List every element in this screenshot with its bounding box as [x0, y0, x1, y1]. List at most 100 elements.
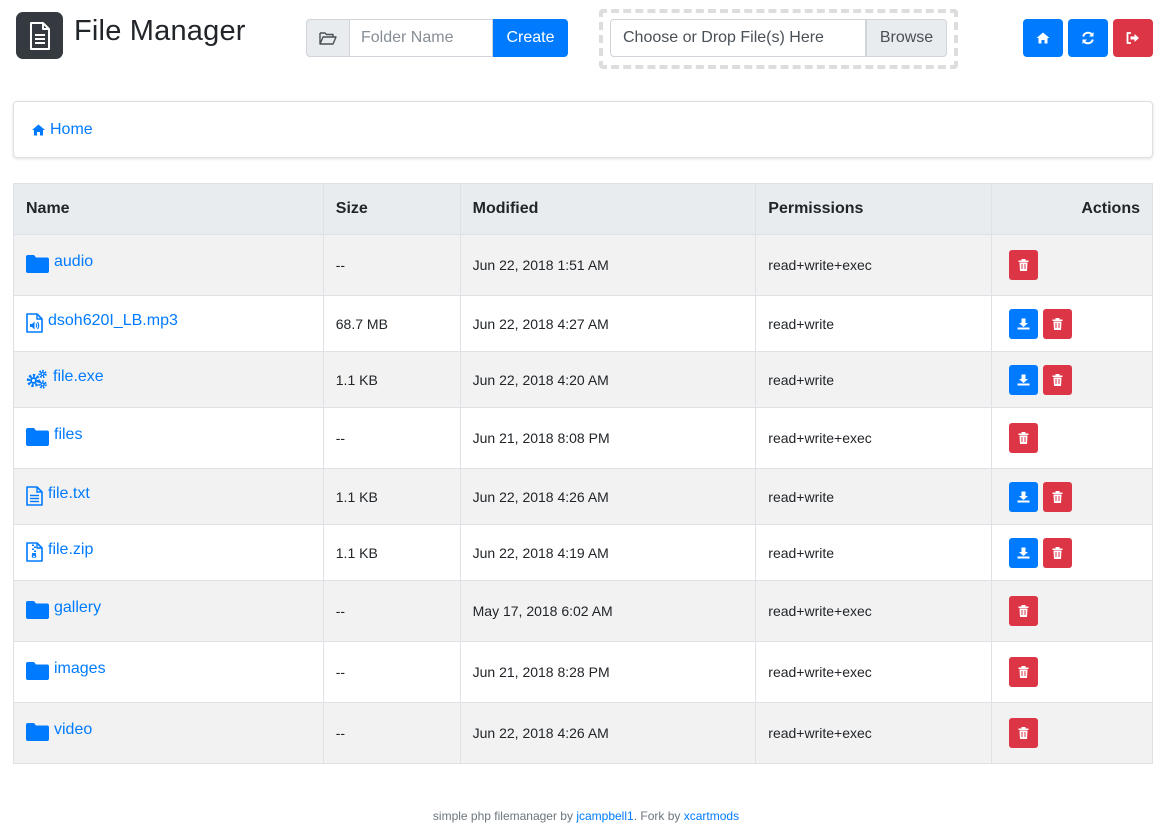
delete-button[interactable]: [1009, 423, 1039, 453]
file-name-link[interactable]: file.exe: [53, 368, 104, 386]
trash-icon: [1052, 317, 1063, 330]
text-file-icon: [26, 485, 43, 506]
table-row: files -- Jun 21, 2018 8:08 PM read+write+ex…: [13, 407, 1153, 469]
fork-author-link[interactable]: xcartmods: [684, 809, 739, 823]
cell-name: audio: [13, 234, 324, 296]
cell-size: --: [322, 407, 461, 469]
footer: simple php filemanager by jcampbell1. Fo…: [0, 809, 1172, 823]
delete-button[interactable]: [1009, 250, 1039, 280]
cell-size: 68.7 MB: [322, 295, 461, 352]
cell-name: gallery: [13, 580, 324, 642]
breadcrumb-home-link[interactable]: Home: [31, 121, 93, 139]
delete-button[interactable]: [1009, 657, 1039, 687]
delete-button[interactable]: [1043, 481, 1073, 512]
browse-button[interactable]: Browse: [866, 19, 947, 57]
cell-name: file.exe: [13, 351, 324, 408]
cell-permissions: read+write: [755, 468, 993, 525]
app-title: File Manager: [74, 15, 246, 47]
breadcrumb-home-label: Home: [50, 120, 93, 138]
footer-text-fork: . Fork by: [633, 809, 684, 823]
download-icon: [1017, 491, 1030, 502]
cell-size: --: [322, 580, 461, 642]
document-icon: [29, 21, 50, 50]
file-upload-group: Choose or Drop File(s) Here Browse: [610, 19, 947, 57]
download-button[interactable]: [1009, 481, 1039, 512]
cell-size: --: [322, 234, 461, 296]
audio-file-icon: [26, 312, 43, 333]
cell-permissions: read+write+exec: [755, 702, 993, 764]
delete-button[interactable]: [1043, 364, 1073, 395]
table-row: images -- Jun 21, 2018 8:28 PM read+write+e…: [13, 641, 1153, 703]
trash-icon: [1018, 666, 1029, 678]
file-name-link[interactable]: images: [54, 660, 106, 678]
trash-icon: [1018, 727, 1029, 739]
gears-icon: [26, 369, 48, 389]
cell-permissions: read+write+exec: [755, 580, 993, 642]
column-header-size[interactable]: Size: [322, 183, 461, 235]
table-row: file.txt 1.1 KB Jun 22, 2018 4:26 AM read+w…: [13, 468, 1153, 525]
table-row: audio -- Jun 22, 2018 1:51 AM read+write+ex…: [13, 234, 1153, 296]
download-button[interactable]: [1009, 364, 1039, 395]
folder-icon: [26, 662, 49, 680]
zip-file-icon: [26, 541, 43, 562]
cell-size: --: [322, 702, 461, 764]
delete-button[interactable]: [1043, 308, 1073, 339]
column-header-name[interactable]: Name: [13, 183, 324, 235]
table-row: file.exe 1.1 KB Jun 22, 2018 4:20 AM read+w…: [13, 351, 1153, 408]
breadcrumb: Home: [13, 101, 1153, 158]
file-name-link[interactable]: file.txt: [48, 485, 90, 503]
table-row: video -- Jun 22, 2018 4:26 AM read+write+ex…: [13, 702, 1153, 764]
author-link[interactable]: jcampbell1: [576, 809, 633, 823]
download-icon: [1017, 318, 1030, 329]
cell-permissions: read+write: [755, 524, 993, 581]
refresh-button[interactable]: [1068, 19, 1108, 57]
file-upload-input[interactable]: Choose or Drop File(s) Here: [610, 19, 866, 57]
file-name-link[interactable]: file.zip: [48, 541, 93, 559]
cell-size: 1.1 KB: [322, 351, 461, 408]
folder-open-icon: [306, 19, 349, 57]
trash-icon: [1052, 490, 1063, 503]
home-icon: [32, 124, 45, 135]
cell-permissions: read+write+exec: [755, 234, 993, 296]
delete-button[interactable]: [1043, 537, 1073, 568]
delete-button[interactable]: [1009, 718, 1039, 748]
cell-name: video: [13, 702, 324, 764]
cell-permissions: read+write: [755, 351, 993, 408]
app-logo: [16, 12, 63, 59]
column-header-permissions[interactable]: Permissions: [755, 183, 993, 235]
cell-actions: [991, 702, 1153, 764]
column-header-modified[interactable]: Modified: [459, 183, 757, 235]
refresh-icon: [1082, 31, 1094, 45]
file-table: Name Size Modified Permissions Actions a…: [13, 183, 1153, 764]
cell-modified: Jun 21, 2018 8:28 PM: [459, 641, 757, 703]
cell-size: 1.1 KB: [322, 468, 461, 525]
file-name-link[interactable]: audio: [54, 253, 93, 271]
logout-button[interactable]: [1113, 19, 1153, 57]
home-icon: [1036, 32, 1050, 44]
cell-modified: Jun 22, 2018 4:19 AM: [459, 524, 757, 581]
file-name-link[interactable]: files: [54, 426, 82, 444]
create-folder-button[interactable]: Create: [493, 19, 568, 57]
cell-name: file.zip: [13, 524, 324, 581]
delete-button[interactable]: [1009, 596, 1039, 626]
cell-name: files: [13, 407, 324, 469]
cell-actions: [991, 234, 1153, 296]
download-button[interactable]: [1009, 537, 1039, 568]
folder-icon: [26, 723, 49, 741]
file-name-link[interactable]: gallery: [54, 599, 101, 617]
file-name-link[interactable]: video: [54, 721, 92, 739]
new-folder-form: Create: [306, 19, 568, 57]
cell-actions: [991, 407, 1153, 469]
file-name-link[interactable]: dsoh620I_LB.mp3: [48, 312, 178, 330]
cell-modified: May 17, 2018 6:02 AM: [459, 580, 757, 642]
folder-icon: [26, 428, 49, 446]
file-drop-zone[interactable]: Choose or Drop File(s) Here Browse: [599, 9, 958, 69]
cell-modified: Jun 22, 2018 4:20 AM: [459, 351, 757, 408]
download-button[interactable]: [1009, 308, 1039, 339]
cell-permissions: read+write+exec: [755, 407, 993, 469]
cell-actions: [991, 524, 1153, 581]
home-button[interactable]: [1023, 19, 1063, 57]
folder-name-input[interactable]: [349, 19, 493, 57]
cell-name: images: [13, 641, 324, 703]
download-icon: [1017, 374, 1030, 385]
